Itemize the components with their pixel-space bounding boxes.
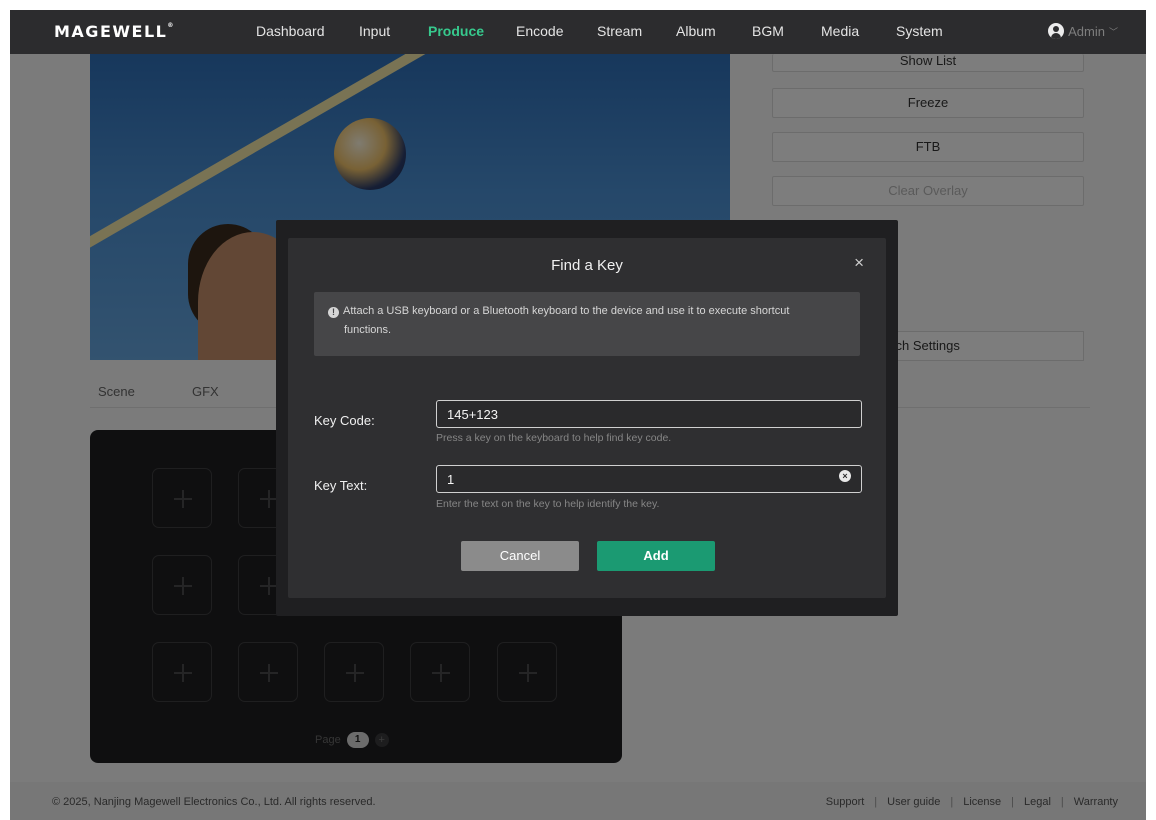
app-frame: MAGEWELL® Dashboard Input Produce Encode… [10,10,1146,820]
key-text-label: Key Text: [314,478,368,493]
top-navigation-bar: MAGEWELL® Dashboard Input Produce Encode… [10,10,1146,54]
key-code-hint: Press a key on the keyboard to help find… [436,432,672,444]
nav-encode[interactable]: Encode [516,23,563,39]
magewell-logo[interactable]: MAGEWELL® [54,22,175,41]
close-icon[interactable]: × [854,254,864,271]
cancel-button[interactable]: Cancel [461,541,579,571]
dialog-title: Find a Key [551,257,623,274]
clear-input-icon[interactable]: × [839,470,851,482]
user-avatar-icon [1048,23,1065,39]
key-text-hint: Enter the text on the key to help identi… [436,498,660,510]
info-icon: ! [328,307,339,318]
user-name: Admin [1068,23,1105,39]
nav-dashboard[interactable]: Dashboard [256,23,325,39]
logo-text: MAGEWELL [54,22,168,41]
nav-album[interactable]: Album [676,23,716,39]
user-menu[interactable]: Admin ﹀ [1048,23,1118,39]
nav-produce[interactable]: Produce [428,23,484,39]
dialog-body: Find a Key × ! Attach a USB keyboard or a… [288,238,886,598]
info-text-line2: functions. [344,324,392,336]
nav-input[interactable]: Input [359,23,390,39]
key-code-input[interactable] [436,400,862,428]
nav-bgm[interactable]: BGM [752,23,784,39]
nav-system[interactable]: System [896,23,943,39]
find-key-dialog: Find a Key × ! Attach a USB keyboard or a… [276,220,898,616]
key-text-input[interactable] [436,465,862,493]
info-banner: ! Attach a USB keyboard or a Bluetooth ke… [314,292,860,356]
add-button[interactable]: Add [597,541,715,571]
chevron-down-icon: ﹀ [1108,26,1118,37]
nav-stream[interactable]: Stream [597,23,642,39]
nav-media[interactable]: Media [821,23,859,39]
info-text-line1: Attach a USB keyboard or a Bluetooth key… [343,305,790,317]
key-code-label: Key Code: [314,413,375,428]
